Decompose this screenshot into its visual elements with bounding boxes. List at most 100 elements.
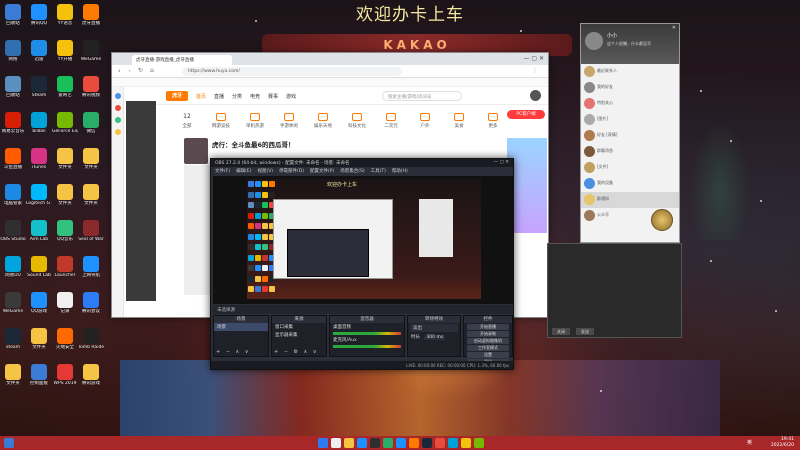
desktop-icon[interactable]: WeGame [0, 292, 26, 314]
category-item[interactable]: 科技文化 [342, 113, 372, 129]
desktop-icon[interactable]: 虎牙直播 [78, 4, 104, 26]
transition-type-select[interactable]: 淡出 [410, 324, 458, 332]
desktop-icon[interactable]: QQ音乐 [52, 220, 78, 242]
obs-taskbar-icon[interactable] [370, 438, 380, 448]
source-item[interactable]: 显示器采集 [272, 331, 326, 339]
contact-row[interactable]: 最近联系人 [581, 64, 679, 80]
huya-nav-item[interactable]: 电竞 [250, 93, 260, 100]
obs-preview-canvas[interactable]: 欢迎办卡上车 [213, 176, 513, 304]
desktop-icon[interactable]: GeForce Experience [52, 112, 78, 134]
desktop-icon[interactable]: 网易云音乐 [0, 112, 26, 134]
contact-row[interactable]: 好友 [表情] [581, 128, 679, 144]
huya-nav-item[interactable]: 游戏 [286, 93, 296, 100]
obs-menu-item[interactable]: 停靠部件(D) [279, 169, 304, 174]
scenes-dock-controls[interactable]: + − ∧ ∨ [216, 349, 250, 355]
desktop-icon[interactable]: 回收站 [0, 4, 26, 26]
home-icon[interactable]: ⌂ [150, 67, 154, 74]
contact-row[interactable]: 群通知 [581, 192, 679, 208]
obs-menu-item[interactable]: 帮助(H) [392, 169, 408, 174]
taskbar-clock[interactable]: 19:41 2022/6/20 [771, 437, 794, 449]
input-method-indicator[interactable]: 英 [747, 439, 752, 446]
huya-nav-item[interactable]: 直播 [214, 93, 224, 100]
back-icon[interactable]: ‹ [118, 67, 121, 75]
desktop-icon[interactable]: 文件夹 [52, 148, 78, 170]
category-item[interactable]: 二次元 [376, 113, 406, 129]
sidebar-dot-icon[interactable] [114, 93, 121, 99]
obs-control-button[interactable]: 设置 [467, 352, 509, 358]
source-item[interactable]: 窗口采集 [272, 323, 326, 331]
obs-window[interactable]: OBS 27.2.4 (64-bit, windows) - 配置文件: 未命名… [210, 158, 514, 370]
desktop-icon[interactable]: YY语音 [52, 4, 78, 26]
streamer-avatar[interactable] [184, 138, 208, 164]
gift-badge-icon[interactable] [651, 209, 673, 231]
obs-menu-item[interactable]: 编辑(E) [236, 169, 251, 174]
desktop-icon[interactable]: 斗鱼直播 [0, 148, 26, 170]
desktop-icon[interactable]: 微信 [78, 112, 104, 134]
extensions-icon[interactable]: ⋮ [532, 67, 538, 74]
obs-menu-item[interactable]: 工具(T) [371, 169, 386, 174]
obs-control-button[interactable]: 开始录制 [467, 331, 509, 337]
steam-taskbar-icon[interactable] [422, 438, 432, 448]
desktop-icon[interactable]: 腾讯会议 [78, 292, 104, 314]
pc-client-button[interactable]: PC客户端 [507, 110, 545, 119]
desktop-icon[interactable]: 上网导航 [78, 256, 104, 278]
obs-menu-item[interactable]: 文件(F) [215, 169, 230, 174]
desktop-icon[interactable]: Steam [26, 76, 52, 98]
wechat-taskbar-icon[interactable] [383, 438, 393, 448]
desktop-icon[interactable]: OBS Studio [0, 220, 26, 242]
desktop-icon[interactable]: Logitech G HUB [26, 184, 52, 206]
send-button[interactable]: 发送 [576, 328, 594, 335]
user-avatar[interactable] [530, 90, 541, 101]
huya-search-input[interactable]: 搜索主播/游戏/房间号 [382, 91, 462, 101]
desktop-icon[interactable]: 爱奇艺 [52, 76, 78, 98]
qq-taskbar-icon[interactable] [396, 438, 406, 448]
desktop-icon[interactable]: 文件夹 [78, 184, 104, 206]
desktop-icon[interactable]: 文件夹 [78, 148, 104, 170]
forward-icon[interactable]: › [128, 67, 131, 75]
category-item[interactable]: 手游休闲 [274, 113, 304, 129]
desktop-icon[interactable]: 网易UU [0, 256, 26, 278]
huya-taskbar-icon[interactable] [409, 438, 419, 448]
desktop-icon[interactable]: Launcher [52, 256, 78, 278]
category-item[interactable]: 娱乐天地 [308, 113, 338, 129]
obs-menu-item[interactable]: 配置文件(P) [310, 169, 334, 174]
huya-nav-item[interactable]: 赛事 [268, 93, 278, 100]
desktop-icon[interactable]: 控制面板 [26, 364, 52, 386]
desktop-icon[interactable]: bilibili [26, 112, 52, 134]
app-taskbar-icon[interactable] [448, 438, 458, 448]
duration-input[interactable]: 300 ms [424, 335, 446, 340]
category-item[interactable]: 户外 [410, 113, 440, 129]
window-controls[interactable]: — ▢ ✕ [494, 160, 509, 165]
desktop-icon[interactable]: Seal of War [78, 220, 104, 242]
desktop-icon[interactable]: 文件夹 [52, 184, 78, 206]
start-icon[interactable] [4, 438, 14, 448]
desktop-icon[interactable]: 记录 [52, 292, 78, 314]
category-item[interactable]: 美食 [444, 113, 474, 129]
app-taskbar-icon[interactable] [435, 438, 445, 448]
desktop-icon[interactable]: 电脑管家 [0, 184, 26, 206]
chat-window[interactable]: 小小 这个人很懒，什么都没写 ✕ 最近联系人 我的好友 特别关心 [图片] 好友 [表情… [580, 23, 680, 243]
sidebar-dot-icon[interactable] [114, 105, 121, 111]
desktop-icon[interactable]: QQ游戏 [26, 292, 52, 314]
chat-input-dialog[interactable]: 关闭 发送 [547, 243, 682, 338]
category-item[interactable]: 网游竞技 [206, 113, 236, 129]
contact-row[interactable]: [图片] [581, 112, 679, 128]
desktop-icon[interactable]: Aim Lab [26, 220, 52, 242]
contact-row[interactable]: 群聊消息 [581, 144, 679, 160]
yy-taskbar-icon[interactable] [461, 438, 471, 448]
desktop-icon[interactable]: iTunes [26, 148, 52, 170]
desktop-icon[interactable]: WPS 2019 [52, 364, 78, 386]
desktop-icon[interactable]: Sound Lab [26, 256, 52, 278]
desktop-icon[interactable]: 腾讯QQ [26, 4, 52, 26]
address-bar[interactable]: https://www.huya.com/ [182, 67, 402, 76]
sidebar-dot-icon[interactable] [114, 129, 121, 135]
huya-nav-item[interactable]: 分类 [232, 93, 242, 100]
desktop-icon[interactable]: 火绒安全 [52, 328, 78, 350]
category-item[interactable]: 单机热游 [240, 113, 270, 129]
desktop-icon[interactable]: WeGame [78, 40, 104, 62]
file-explorer-icon[interactable] [344, 438, 354, 448]
browser-tab[interactable]: 虎牙直播-游戏直播_虎牙直播 [132, 55, 232, 65]
desktop-icon[interactable]: Tomb Raider [78, 328, 104, 350]
sidebar-dot-icon[interactable] [114, 117, 121, 123]
streamer-title[interactable]: 虎行：全斗鱼最6的西瓜哥！ [212, 139, 295, 149]
